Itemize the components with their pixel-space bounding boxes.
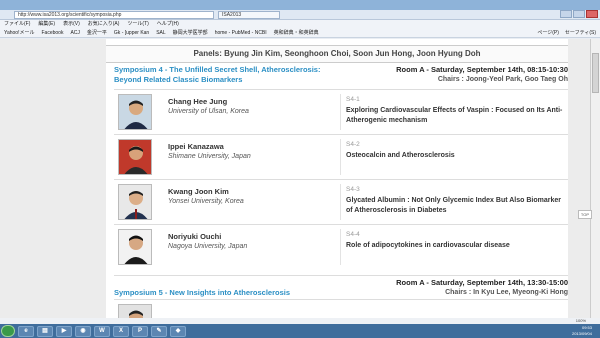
powerpoint-taskbar-icon[interactable]: P (132, 325, 148, 337)
favorite-link[interactable]: ACJ (70, 28, 79, 37)
menu-edit[interactable]: 編集(E) (38, 20, 55, 28)
speaker-affiliation: Shimane University, Japan (168, 153, 251, 160)
symposium-4-title[interactable]: Symposium 4 - The Unfilled Secret Shell,… (114, 65, 320, 85)
favorite-link[interactable]: Facebook (41, 28, 63, 37)
talk-code: S4-3 (346, 186, 360, 193)
row-divider (340, 94, 341, 130)
row-divider (340, 229, 341, 265)
back-to-top-button[interactable]: TOP (578, 210, 592, 219)
word-taskbar-icon[interactable]: W (94, 325, 110, 337)
favorites-bar: Yahoo!メール Facebook ACJ 金沢一平 Gk - [upper … (0, 28, 600, 38)
talk-row: Ippei Kanazawa Shimane University, Japan… (114, 134, 568, 179)
talk-title: Role of adipocytokines in cardiovascular… (346, 242, 510, 249)
talk-row: Noriyuki Ouchi Nagoya University, Japan … (114, 224, 568, 269)
talk-row: Kwang Joon Kim Yonsei University, Korea … (114, 179, 568, 224)
symposium-4-chairs: Chairs : Joong-Yeol Park, Goo Taeg Oh (437, 76, 568, 83)
symposium-5-title[interactable]: Symposium 5 - New Insights into Atherosc… (114, 288, 290, 298)
row-divider (340, 184, 341, 220)
url-field[interactable]: http://www.isa2013.org/scientific/sympos… (14, 11, 214, 19)
menu-tools[interactable]: ツール(T) (127, 20, 148, 28)
toolbar-right: ページ(P) セーフティ(S) (537, 28, 596, 37)
clock-date: 2013/09/04 (571, 331, 592, 336)
media-taskbar-icon[interactable]: ▶ (56, 325, 72, 337)
window-title-bar (0, 0, 600, 10)
talk-code: S4-2 (346, 141, 360, 148)
maximize-icon[interactable] (573, 10, 585, 18)
menu-favorites[interactable]: お気に入り(A) (88, 20, 120, 28)
app-taskbar-icon[interactable]: ◆ (170, 325, 186, 337)
symposium-5-room: Room A - Saturday, September 14th, 13:30… (396, 278, 568, 287)
favorite-link[interactable]: 金沢一平 (87, 28, 107, 37)
speaker-affiliation: University of Ulsan, Korea (168, 108, 249, 115)
menu-help[interactable]: ヘルプ(H) (157, 20, 179, 28)
favorite-link[interactable]: 静岡大学医学部 (173, 28, 208, 37)
page-menu[interactable]: ページ(P) (537, 28, 559, 37)
menu-view[interactable]: 表示(V) (63, 20, 80, 28)
panels-line: Panels: Byung Jin Kim, Seonghoon Choi, S… (106, 45, 568, 63)
symposium-5-header: Room A - Saturday, September 14th, 13:30… (114, 275, 568, 297)
start-button[interactable] (1, 325, 15, 337)
minimize-icon[interactable] (560, 10, 572, 18)
symposium-4-room: Room A - Saturday, September 14th, 08:15… (396, 65, 568, 74)
system-clock[interactable]: 09:53 2013/09/04 (572, 325, 592, 337)
page-viewport: Panels: Byung Jin Kim, Seonghoon Choi, S… (0, 39, 600, 324)
folder-taskbar-icon[interactable]: ▤ (37, 325, 53, 337)
close-icon[interactable] (586, 10, 598, 18)
speaker-name: Chang Hee Jung (168, 97, 228, 106)
window-controls (560, 10, 598, 19)
windows-taskbar: e ▤ ▶ ◉ W X P ✎ ◆ 09:53 2013/09/04 (0, 324, 600, 338)
browser-tab[interactable]: ISA2013 (218, 11, 280, 19)
symposium-4-title-line1: Symposium 4 - The Unfilled Secret Shell,… (114, 65, 321, 74)
symposium-4-header: Symposium 4 - The Unfilled Secret Shell,… (114, 65, 568, 89)
favorite-link[interactable]: SAL (156, 28, 165, 37)
talk-title: Osteocalcin and Atherosclerosis (346, 152, 455, 159)
symposium-4-title-line2: Beyond Related Classic Biomarkers (114, 75, 243, 84)
chrome-taskbar-icon[interactable]: ◉ (75, 325, 91, 337)
speaker-affiliation: Yonsei University, Korea (168, 198, 244, 205)
speaker-photo (118, 94, 152, 130)
vertical-scrollbar[interactable] (590, 39, 600, 324)
app-taskbar-icon[interactable]: ✎ (151, 325, 167, 337)
speaker-photo (118, 139, 152, 175)
speaker-affiliation: Nagoya University, Japan (168, 243, 248, 250)
talk-code: S4-4 (346, 231, 360, 238)
program-page: Panels: Byung Jin Kim, Seonghoon Choi, S… (106, 39, 568, 324)
scrollbar-thumb[interactable] (592, 53, 599, 93)
ie-taskbar-icon[interactable]: e (18, 325, 34, 337)
talk-row: Chang Hee Jung University of Ulsan, Kore… (114, 89, 568, 134)
speaker-name: Noriyuki Ouchi (168, 232, 222, 241)
speaker-photo (118, 229, 152, 265)
favorite-link[interactable]: Yahoo!メール (4, 28, 34, 37)
menu-file[interactable]: ファイル(F) (4, 20, 30, 28)
safety-menu[interactable]: セーフティ(S) (565, 28, 596, 37)
symposium-5-chairs: Chairs : In Kyu Lee, Myeong-Ki Hong (445, 289, 568, 296)
menu-bar: ファイル(F) 編集(E) 表示(V) お気に入り(A) ツール(T) ヘルプ(… (0, 20, 600, 28)
address-bar: http://www.isa2013.org/scientific/sympos… (0, 10, 600, 20)
speaker-name: Kwang Joon Kim (168, 187, 229, 196)
excel-taskbar-icon[interactable]: X (113, 325, 129, 337)
speaker-name: Ippei Kanazawa (168, 142, 224, 151)
talk-code: S4-1 (346, 96, 360, 103)
talk-title: Exploring Cardiovascular Effects of Vasp… (346, 107, 563, 124)
row-divider (340, 139, 341, 175)
favorite-link[interactable]: 英和辞典・和英辞典 (274, 28, 319, 37)
zoom-level[interactable]: 100% (576, 318, 586, 323)
favorite-link[interactable]: home - PubMed - NCBI (215, 28, 267, 37)
favorite-link[interactable]: Gk - [upper Kan (114, 28, 149, 37)
speaker-photo (118, 184, 152, 220)
talk-title: Glycated Albumin : Not Only Glycemic Ind… (346, 197, 561, 214)
